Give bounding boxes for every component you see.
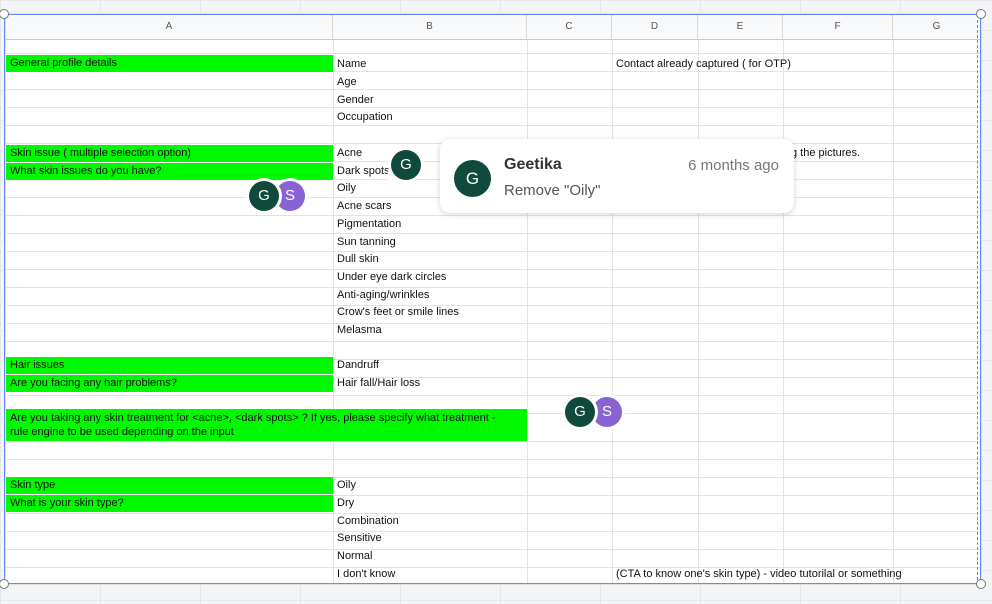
table-row	[6, 234, 981, 252]
column-header-a[interactable]: A	[6, 14, 333, 40]
comment-bubble-tail	[617, 421, 629, 433]
comment-timestamp: 6 months ago	[688, 157, 779, 174]
table-row	[6, 306, 981, 324]
comment-text: Remove "Oily"	[504, 182, 601, 199]
table-row	[6, 442, 981, 460]
cell-b-occupation[interactable]: Occupation	[334, 111, 393, 123]
table-row	[6, 40, 981, 54]
table-row	[6, 72, 981, 90]
treatment-line-2: rule engine to be used depending on the …	[10, 426, 234, 438]
cell-d-contact-note[interactable]: Contact already captured ( for OTP)	[613, 58, 791, 70]
cell-b-anti-aging[interactable]: Anti-aging/wrinkles	[334, 289, 429, 301]
table-row	[6, 532, 981, 550]
cell-skin-issue-question[interactable]: What skin issues do you have?	[6, 163, 333, 180]
cell-d-pictures-note[interactable]: g the pictures.	[788, 147, 860, 159]
treatment-line-1: Are you taking any skin treatment for <a…	[10, 412, 496, 424]
column-header-f[interactable]: F	[783, 14, 893, 40]
table-row	[6, 108, 981, 126]
avatar-s[interactable]: S	[275, 181, 305, 211]
resize-handle-bottom-right[interactable]	[976, 579, 986, 589]
resize-handle-top-right[interactable]	[976, 9, 986, 19]
table-row	[6, 460, 981, 478]
cell-general-profile[interactable]: General profile details	[6, 55, 333, 72]
cell-b-acne-scars[interactable]: Acne scars	[334, 200, 391, 212]
comment-author-avatar: G	[454, 160, 491, 197]
cell-b-under-eye[interactable]: Under eye dark circles	[334, 271, 446, 283]
table-row	[6, 90, 981, 108]
cell-b-skin-type-sensitive[interactable]: Sensitive	[334, 532, 382, 544]
cell-b-skin-type-combination[interactable]: Combination	[334, 515, 399, 527]
cell-hair-question[interactable]: Are you facing any hair problems?	[6, 375, 333, 392]
comment-card[interactable]: G Geetika 6 months ago Remove "Oily"	[440, 139, 794, 213]
cell-d-cta-note[interactable]: (CTA to know one's skin type) - video tu…	[613, 568, 902, 580]
cell-b-skin-type-dry[interactable]: Dry	[334, 497, 354, 509]
embedded-spreadsheet[interactable]: A B C D E F G General profile details Sk…	[6, 14, 981, 584]
column-header-d[interactable]: D	[612, 14, 698, 40]
cell-b-skin-type-normal[interactable]: Normal	[334, 550, 372, 562]
table-row	[6, 288, 981, 306]
column-header-e[interactable]: E	[698, 14, 783, 40]
cell-hair-issues-label[interactable]: Hair issues	[6, 357, 333, 374]
cell-b-gender[interactable]: Gender	[334, 94, 374, 106]
avatar-g[interactable]: G	[565, 397, 595, 427]
cell-b-dull-skin[interactable]: Dull skin	[334, 253, 379, 265]
table-row	[6, 252, 981, 270]
cell-b-pigmentation[interactable]: Pigmentation	[334, 218, 401, 230]
selection-dashed-edge	[977, 20, 978, 580]
avatar-s[interactable]: S	[592, 397, 622, 427]
cell-skin-issue-label[interactable]: Skin issue ( multiple selection option)	[6, 145, 333, 162]
cell-b-age[interactable]: Age	[334, 76, 357, 88]
cell-skin-type-question[interactable]: What is your skin type?	[6, 495, 333, 512]
cell-b-name[interactable]: Name	[334, 58, 366, 70]
cell-treatment-question[interactable]: Are you taking any skin treatment for <a…	[6, 409, 527, 441]
table-row	[6, 270, 981, 288]
table-row	[6, 514, 981, 532]
cell-b-skin-type-dont-know[interactable]: I don't know	[334, 568, 395, 580]
table-row	[6, 324, 981, 342]
avatar-g-active[interactable]: G	[391, 150, 421, 180]
avatar-g[interactable]: G	[249, 181, 279, 211]
cell-b-dark-spots[interactable]: Dark spots	[334, 165, 390, 177]
cell-b-skin-type-oily[interactable]: Oily	[334, 479, 356, 491]
table-row	[6, 216, 981, 234]
cell-b-sun-tanning[interactable]: Sun tanning	[334, 236, 396, 248]
table-row	[6, 550, 981, 568]
cell-b-dandruff[interactable]: Dandruff	[334, 359, 379, 371]
cell-b-acne[interactable]: Acne	[334, 147, 362, 159]
cell-skin-type-label[interactable]: Skin type	[6, 477, 333, 494]
cell-b-crows-feet[interactable]: Crow's feet or smile lines	[334, 306, 459, 318]
cell-b-oily[interactable]: Oily	[334, 182, 356, 194]
column-header-b[interactable]: B	[333, 14, 527, 40]
cell-b-melasma[interactable]: Melasma	[334, 324, 382, 336]
cell-b-hair-fall[interactable]: Hair fall/Hair loss	[334, 377, 420, 389]
column-header-c[interactable]: C	[527, 14, 612, 40]
comment-author: Geetika	[504, 156, 562, 173]
column-header-g[interactable]: G	[893, 14, 981, 40]
